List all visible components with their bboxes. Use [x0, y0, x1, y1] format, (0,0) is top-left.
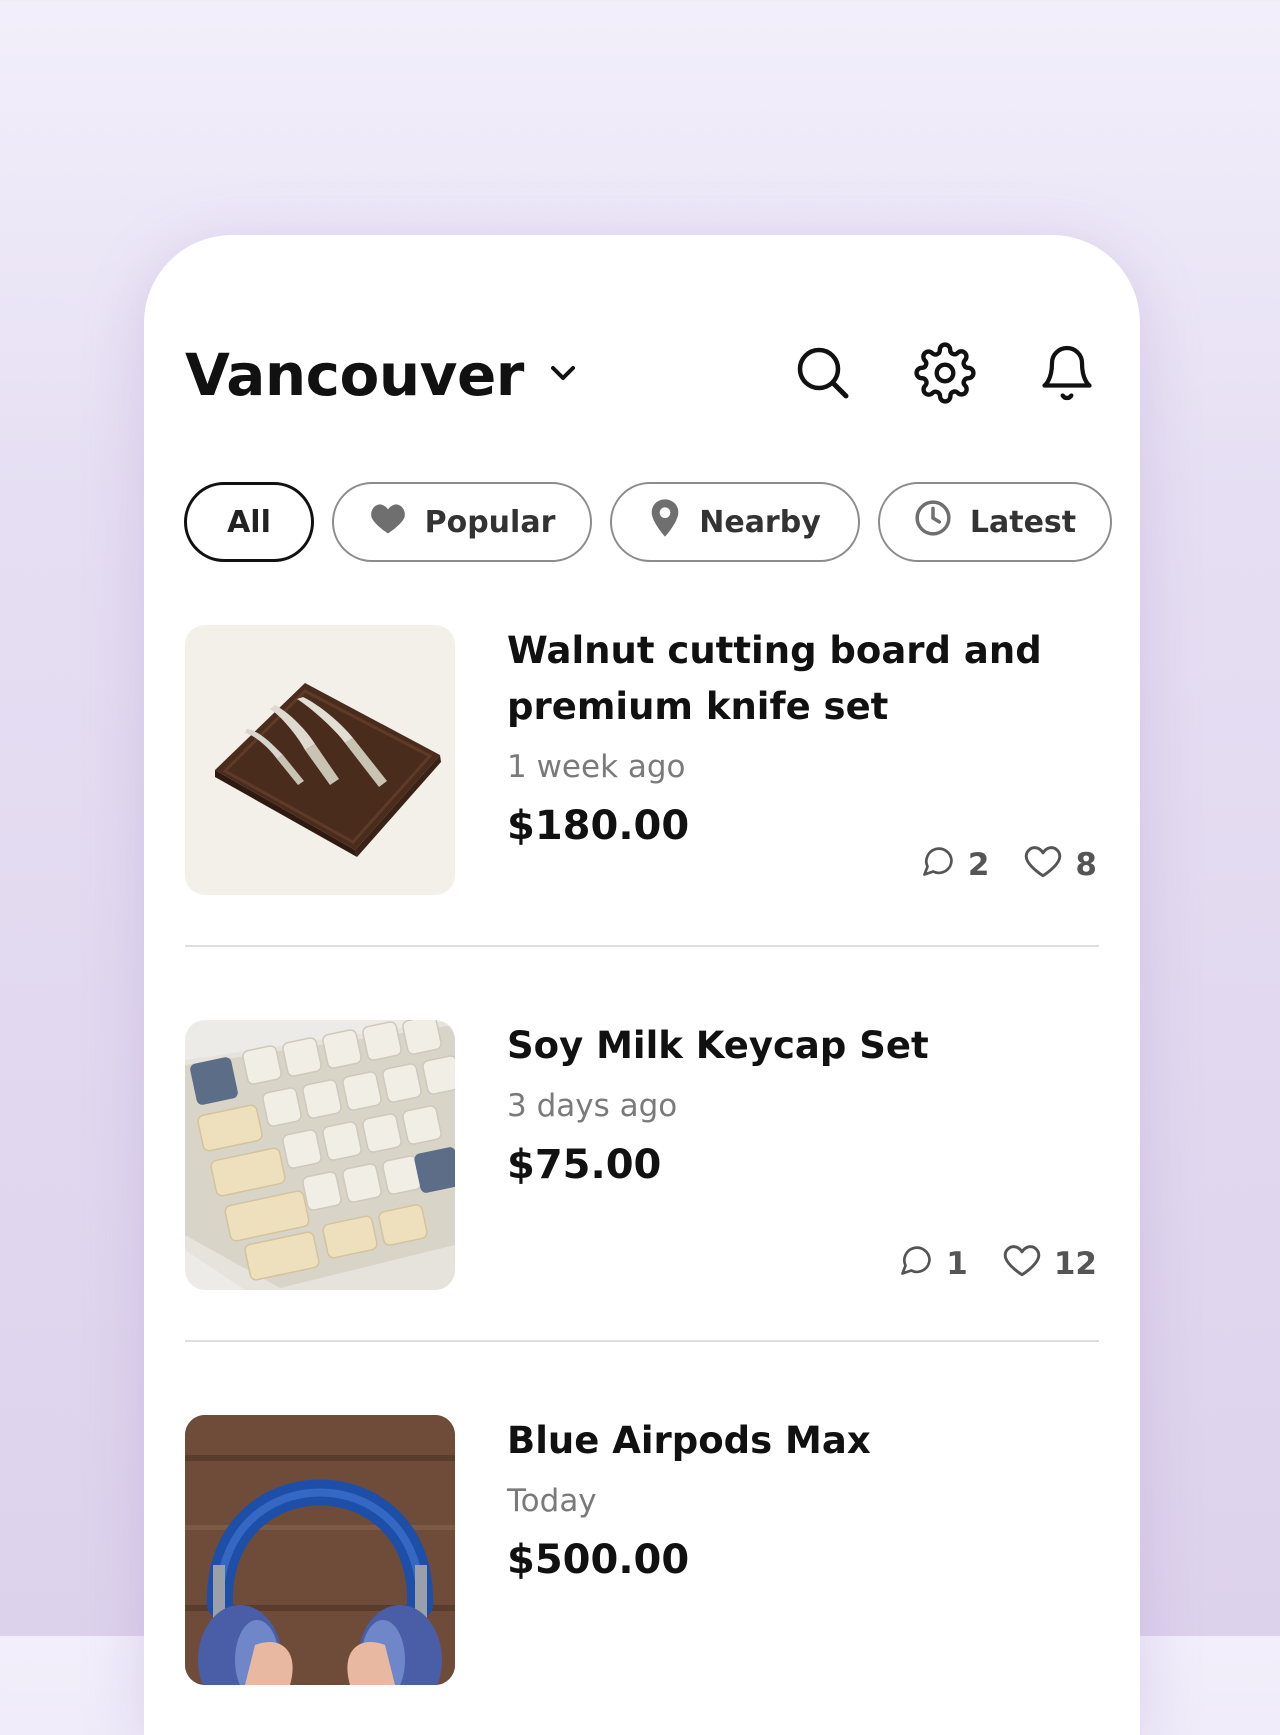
- city-selector[interactable]: Vancouver: [185, 341, 578, 409]
- heart-icon: [1002, 1242, 1042, 1286]
- filter-popular[interactable]: Popular: [332, 482, 592, 562]
- listing-time: Today: [507, 1483, 597, 1519]
- list-item[interactable]: Soy Milk Keycap Set 3 days ago $75.00 1: [185, 1020, 1099, 1342]
- filter-label: All: [227, 504, 271, 540]
- filter-all[interactable]: All: [184, 482, 314, 562]
- listing-title: Soy Milk Keycap Set: [507, 1024, 929, 1067]
- comment-count-value: 2: [967, 847, 990, 883]
- bell-icon: [1037, 342, 1097, 408]
- knife-set-thumbnail[interactable]: [185, 625, 455, 895]
- listing-time: 1 week ago: [507, 749, 686, 785]
- filter-latest[interactable]: Latest: [878, 482, 1112, 562]
- comment-count: 1: [898, 1242, 968, 1286]
- notifications-button[interactable]: [1035, 343, 1099, 407]
- like-count-value: 12: [1053, 1246, 1097, 1282]
- airpods-max-thumbnail[interactable]: [185, 1415, 455, 1685]
- filter-label: Nearby: [699, 504, 821, 540]
- like-count[interactable]: 12: [1002, 1242, 1097, 1286]
- listing-time: 3 days ago: [507, 1088, 678, 1124]
- heart-icon: [1023, 843, 1063, 887]
- comment-count-value: 1: [946, 1246, 968, 1282]
- comment-icon: [920, 843, 956, 887]
- listing-list: Walnut cutting board and premium knife s…: [185, 625, 1099, 1735]
- keycap-set-thumbnail[interactable]: [185, 1020, 455, 1290]
- list-item[interactable]: Blue Airpods Max Today $500.00: [185, 1415, 1099, 1735]
- like-count[interactable]: 8: [1023, 843, 1097, 887]
- top-bar: Vancouver: [185, 335, 1099, 415]
- filter-chips: All Popular Nearby Latest: [184, 482, 1112, 562]
- city-name: Vancouver: [185, 341, 524, 409]
- list-item[interactable]: Walnut cutting board and premium knife s…: [185, 625, 1099, 947]
- settings-button[interactable]: [913, 342, 977, 408]
- gear-icon: [914, 342, 976, 408]
- search-button[interactable]: [791, 343, 855, 407]
- filter-label: Popular: [424, 504, 556, 540]
- location-pin-icon: [649, 498, 681, 546]
- listing-title: Blue Airpods Max: [507, 1419, 871, 1462]
- like-count-value: 8: [1075, 847, 1097, 883]
- heart-icon: [369, 501, 407, 543]
- clock-icon: [914, 499, 952, 545]
- filter-label: Latest: [969, 504, 1077, 540]
- comment-count: 2: [920, 843, 990, 887]
- listing-title: Walnut cutting board and premium knife s…: [507, 629, 1042, 728]
- search-icon: [795, 345, 851, 405]
- chevron-down-icon: [548, 363, 578, 387]
- listing-price: $75.00: [507, 1142, 662, 1188]
- comment-icon: [898, 1242, 934, 1286]
- app-screen: Vancouver All Popular Nearby Latest Waln…: [144, 235, 1140, 1735]
- filter-nearby[interactable]: Nearby: [610, 482, 860, 562]
- listing-price: $500.00: [507, 1537, 690, 1583]
